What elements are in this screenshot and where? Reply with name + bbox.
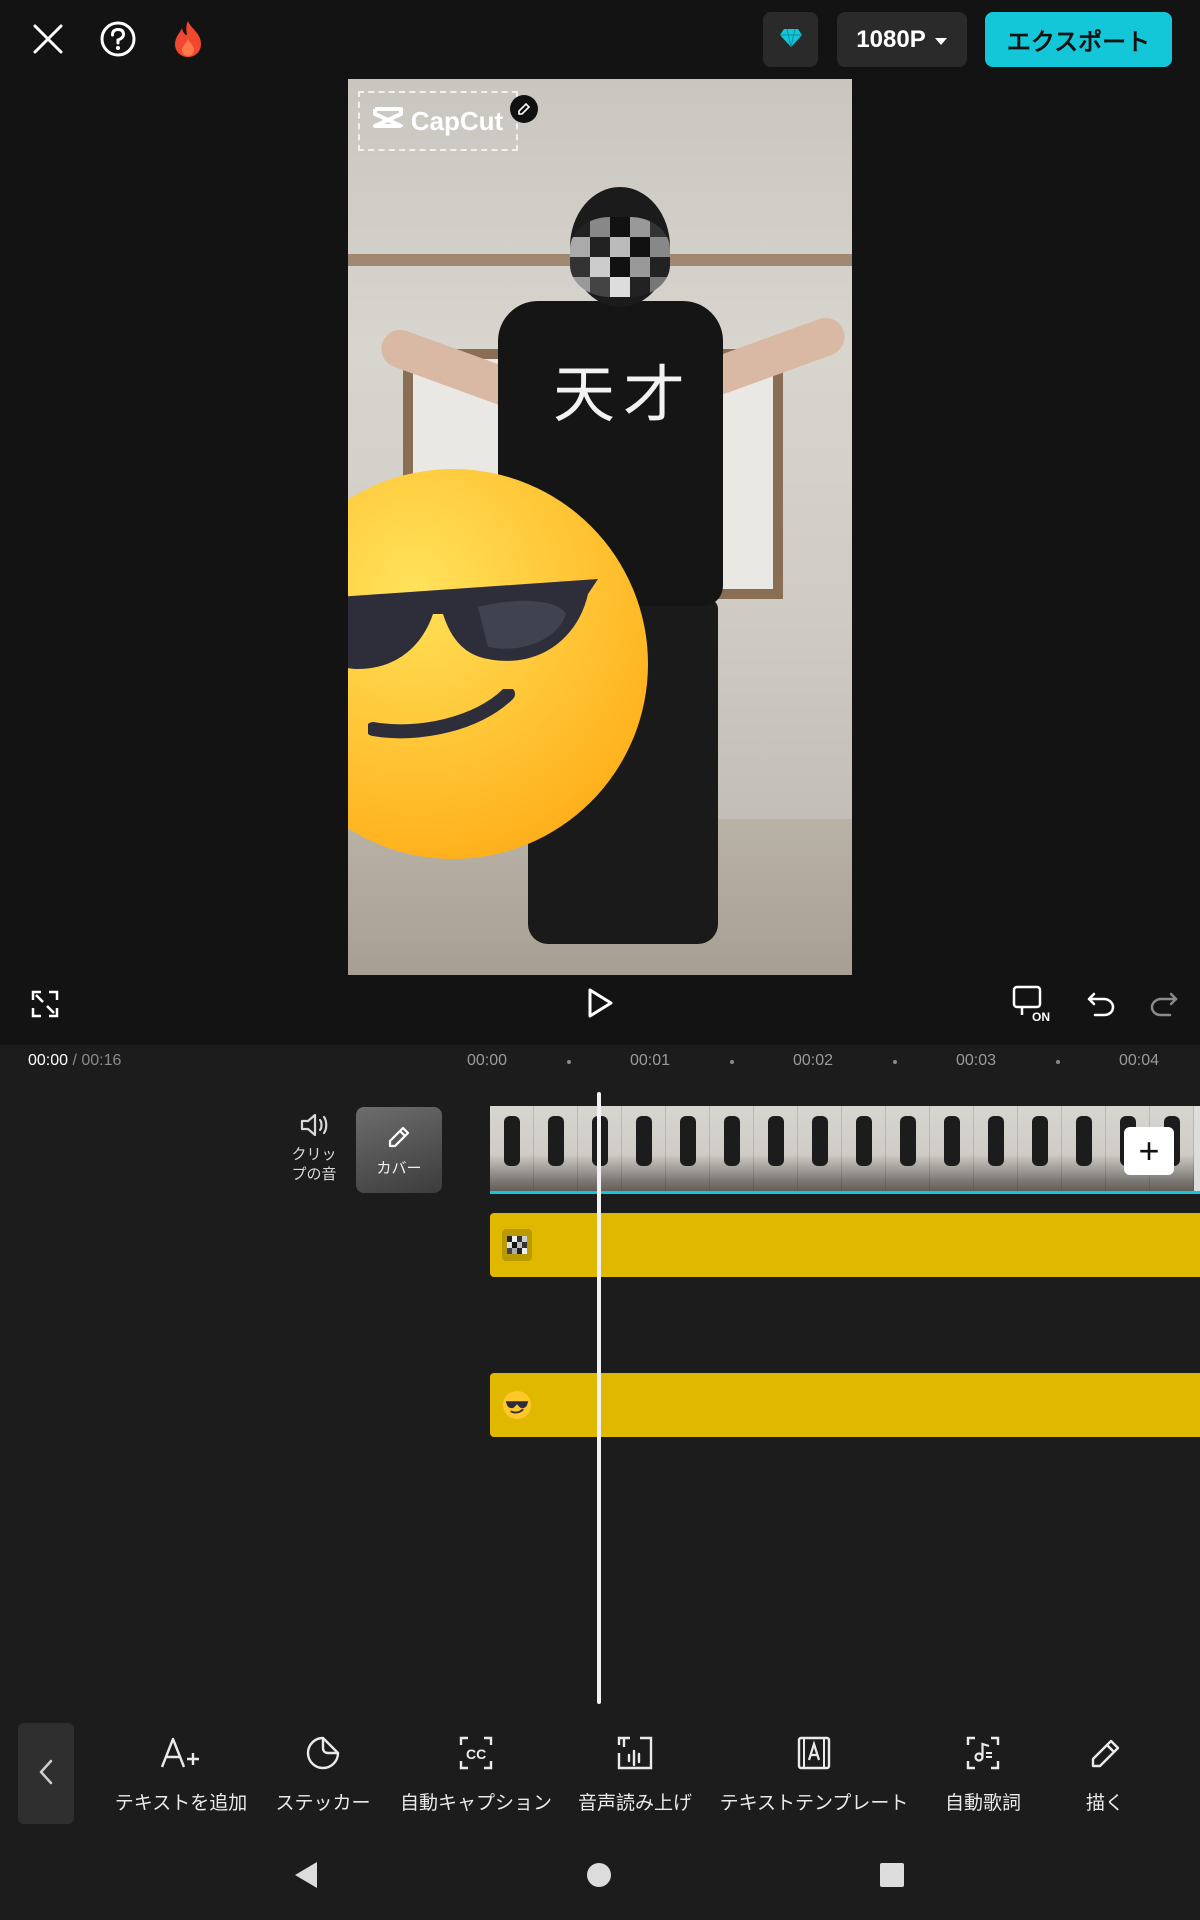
ruler-tick-label: 00:01 (630, 1052, 671, 1069)
tool-label: ステッカー (275, 1792, 371, 1814)
speaker-icon (287, 1112, 341, 1138)
draw-icon (1088, 1735, 1122, 1775)
watermark-text: CapCut (410, 105, 504, 136)
tool-label: 自動歌詞 (944, 1792, 1021, 1814)
total-time: / 00:16 (68, 1052, 122, 1069)
tool-text-template[interactable]: テキストテンプレート (720, 1735, 908, 1815)
video-preview[interactable]: 天才 CapCut (348, 79, 852, 975)
filmstrip-frame (754, 1106, 798, 1191)
svg-text:ON: ON (1032, 1010, 1050, 1023)
gem-icon (779, 28, 803, 52)
filmstrip-frame (842, 1106, 886, 1191)
redo-icon[interactable] (1143, 982, 1185, 1024)
tool-auto-lyrics[interactable]: 自動歌詞 (942, 1735, 1024, 1815)
play-icon[interactable] (580, 980, 620, 1026)
cover-label: カバー (376, 1158, 422, 1177)
mosaic-sticker-thumb-icon (502, 1229, 532, 1261)
shirt-print-text: 天才 (553, 358, 694, 431)
svg-text:CC: CC (466, 1746, 486, 1762)
tool-label: 自動キャプション (400, 1792, 553, 1814)
tool-label: 音声読み上げ (578, 1792, 693, 1814)
playhead[interactable] (597, 1092, 601, 1704)
sticker-smile (368, 689, 515, 739)
nav-recents-icon[interactable] (872, 1855, 912, 1895)
help-icon[interactable] (93, 14, 143, 64)
tool-sticker[interactable]: ステッカー (272, 1735, 374, 1815)
filmstrip-frame (886, 1106, 930, 1191)
tool-label: テキストテンプレート (719, 1792, 909, 1814)
capcut-watermark[interactable]: CapCut (358, 91, 538, 151)
tool-label: テキストを追加 (114, 1792, 248, 1814)
ruler-tick-label: 00:04 (1119, 1052, 1160, 1069)
clip-audio-label-line2: プの音 (291, 1165, 337, 1183)
caret-down-icon (934, 26, 948, 54)
edit-watermark-icon[interactable] (510, 95, 538, 123)
ruler-tick-label: 00:00 (467, 1052, 508, 1069)
export-button[interactable]: エクスポート (985, 12, 1172, 67)
resolution-label: 1080P (856, 25, 926, 53)
top-bar: 1080P エクスポート (0, 0, 1200, 78)
resolution-dropdown[interactable]: 1080P (837, 12, 967, 67)
ruler-dot (567, 1060, 571, 1064)
chevron-left-icon (37, 1758, 55, 1790)
filmstrip-frame (1062, 1106, 1106, 1191)
clip-audio-toggle[interactable]: クリッ プの音 (287, 1112, 341, 1184)
tool-text-to-speech[interactable]: 音声読み上げ (578, 1735, 692, 1815)
ruler-dot (893, 1060, 897, 1064)
mosaic-sticker[interactable] (570, 217, 670, 297)
ruler-tick-label: 00:03 (956, 1052, 997, 1069)
filmstrip-frame (710, 1106, 754, 1191)
fullscreen-icon[interactable] (25, 984, 65, 1024)
text-to-speech-icon (616, 1735, 654, 1775)
filmstrip-frame (622, 1106, 666, 1191)
nav-home-icon[interactable] (579, 1855, 619, 1895)
fire-icon[interactable] (163, 14, 213, 64)
sticker-sunglasses (348, 579, 598, 669)
add-text-icon (159, 1735, 203, 1775)
tool-label: 描く (1085, 1792, 1124, 1814)
cover-button[interactable]: カバー (356, 1107, 442, 1193)
filmstrip-frame (974, 1106, 1018, 1191)
capcut-logo-icon (372, 106, 403, 137)
ruler-dot (1056, 1060, 1060, 1064)
auto-lyrics-icon (965, 1735, 1001, 1775)
current-time: 00:00 (28, 1052, 69, 1069)
keyframe-preview-on-icon[interactable]: ON (1010, 980, 1056, 1026)
auto-caption-icon: CC (458, 1735, 494, 1775)
close-icon[interactable] (23, 14, 73, 64)
tool-add-text[interactable]: テキストを追加 (112, 1735, 250, 1815)
system-nav-bar (0, 1835, 1200, 1920)
sticker-icon (305, 1735, 341, 1775)
sunglasses-emoji-thumb-icon (502, 1389, 532, 1421)
ruler-tick-label: 00:02 (793, 1052, 834, 1069)
filmstrip-frame (534, 1106, 578, 1191)
undo-icon[interactable] (1080, 982, 1122, 1024)
edit-pencil-icon (385, 1123, 413, 1155)
filmstrip-frame (666, 1106, 710, 1191)
nav-back-icon[interactable] (286, 1855, 326, 1895)
filmstrip-frame (1018, 1106, 1062, 1191)
clip-audio-label-line1: クリッ (291, 1145, 337, 1163)
filmstrip-frame (798, 1106, 842, 1191)
ruler-dot (730, 1060, 734, 1064)
premium-gem-button[interactable] (763, 12, 818, 67)
filmstrip-frame (490, 1106, 534, 1191)
toolbar-back-button[interactable] (18, 1723, 74, 1824)
filmstrip-frame (930, 1106, 974, 1191)
add-clip-button[interactable]: + (1124, 1127, 1174, 1175)
time-readout: 00:00 / 00:16 (28, 1052, 121, 1070)
text-template-icon (796, 1735, 832, 1775)
tool-auto-caption[interactable]: CC 自動キャプション (400, 1735, 552, 1815)
tool-draw[interactable]: 描く (1080, 1735, 1130, 1815)
